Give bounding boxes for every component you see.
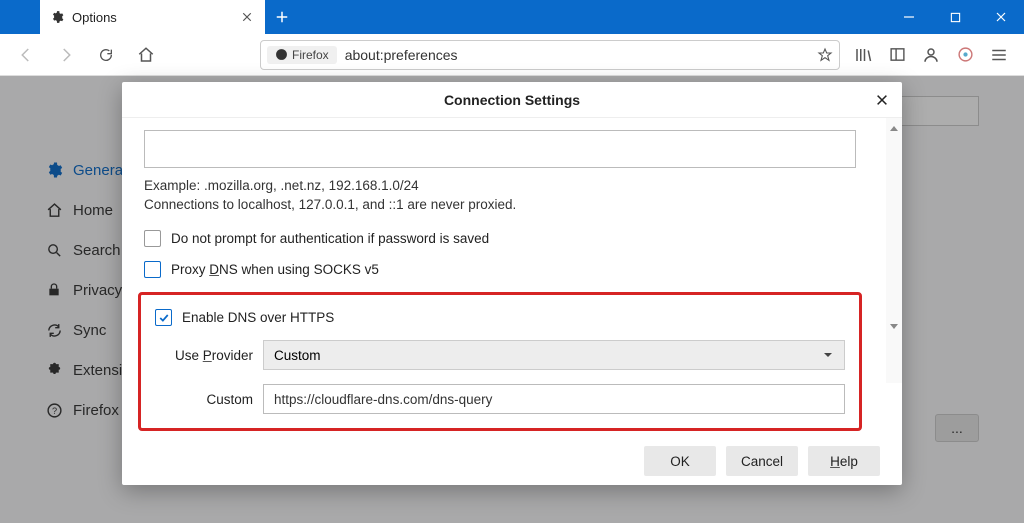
- modal-overlay: Connection Settings Example: .mozilla.or…: [0, 76, 1024, 523]
- highlight-box: Enable DNS over HTTPS Use Provider Custo…: [138, 292, 862, 431]
- provider-label: Use Provider: [155, 348, 263, 363]
- firefox-icon: [275, 48, 288, 61]
- chevron-down-icon: [822, 349, 834, 364]
- help-button[interactable]: Help: [808, 446, 880, 476]
- identity-label: Firefox: [292, 48, 329, 62]
- close-tab-icon[interactable]: [241, 10, 255, 24]
- maximize-button[interactable]: [932, 0, 978, 34]
- preferences-page: ... General Home Search Privacy & Securi…: [0, 76, 1024, 523]
- navigation-toolbar: Firefox about:preferences: [0, 34, 1024, 76]
- gear-icon: [50, 10, 64, 24]
- account-icon[interactable]: [916, 40, 946, 70]
- reload-button[interactable]: [90, 39, 122, 71]
- forward-button[interactable]: [50, 39, 82, 71]
- new-tab-button[interactable]: [265, 0, 299, 34]
- dialog-title: Connection Settings: [444, 92, 580, 108]
- library-icon[interactable]: [848, 40, 878, 70]
- checkbox-doh[interactable]: [155, 309, 172, 326]
- connection-settings-dialog: Connection Settings Example: .mozilla.or…: [122, 82, 902, 485]
- tab-title: Options: [72, 10, 241, 25]
- custom-label: Custom: [155, 392, 263, 407]
- minimize-button[interactable]: [886, 0, 932, 34]
- checkbox-row-doh[interactable]: Enable DNS over HTTPS: [155, 309, 845, 326]
- identity-badge[interactable]: Firefox: [267, 46, 337, 64]
- browser-tab[interactable]: Options: [40, 0, 265, 34]
- checkbox-noprompt[interactable]: [144, 230, 161, 247]
- bookmark-star-icon[interactable]: [817, 47, 833, 63]
- window-controls: [886, 0, 1024, 34]
- scrollbar[interactable]: [886, 118, 902, 383]
- back-button[interactable]: [10, 39, 42, 71]
- dialog-header: Connection Settings: [122, 82, 902, 118]
- menu-icon[interactable]: [984, 40, 1014, 70]
- checkbox-row-proxydns[interactable]: Proxy DNS when using SOCKS v5: [144, 261, 886, 278]
- custom-row: Custom https://cloudflare-dns.com/dns-qu…: [155, 384, 845, 414]
- input-value: https://cloudflare-dns.com/dns-query: [274, 392, 492, 407]
- url-text: about:preferences: [337, 47, 817, 63]
- custom-url-input[interactable]: https://cloudflare-dns.com/dns-query: [263, 384, 845, 414]
- sidebar-icon[interactable]: [882, 40, 912, 70]
- close-window-button[interactable]: [978, 0, 1024, 34]
- checkbox-proxydns[interactable]: [144, 261, 161, 278]
- dialog-body: Example: .mozilla.org, .net.nz, 192.168.…: [122, 118, 902, 431]
- window-titlebar: Options: [0, 0, 1024, 34]
- no-proxy-textarea[interactable]: [144, 130, 856, 168]
- checkbox-label: Enable DNS over HTTPS: [182, 310, 334, 325]
- select-value: Custom: [274, 348, 321, 363]
- provider-row: Use Provider Custom: [155, 340, 845, 370]
- dialog-footer: OK Cancel Help: [122, 437, 902, 485]
- ok-button[interactable]: OK: [644, 446, 716, 476]
- checkbox-label: Proxy DNS when using SOCKS v5: [171, 262, 379, 277]
- scroll-down-icon[interactable]: [888, 319, 900, 331]
- scroll-up-icon[interactable]: [888, 122, 900, 134]
- dialog-close-button[interactable]: [872, 90, 892, 110]
- home-button[interactable]: [130, 39, 162, 71]
- proxy-example-text: Example: .mozilla.org, .net.nz, 192.168.…: [144, 178, 886, 193]
- proxy-note-text: Connections to localhost, 127.0.0.1, and…: [144, 197, 886, 212]
- address-bar[interactable]: Firefox about:preferences: [260, 40, 840, 70]
- checkbox-label: Do not prompt for authentication if pass…: [171, 231, 489, 246]
- provider-select[interactable]: Custom: [263, 340, 845, 370]
- checkbox-row-noprompt[interactable]: Do not prompt for authentication if pass…: [144, 230, 886, 247]
- cancel-button[interactable]: Cancel: [726, 446, 798, 476]
- whatsnew-icon[interactable]: [950, 40, 980, 70]
